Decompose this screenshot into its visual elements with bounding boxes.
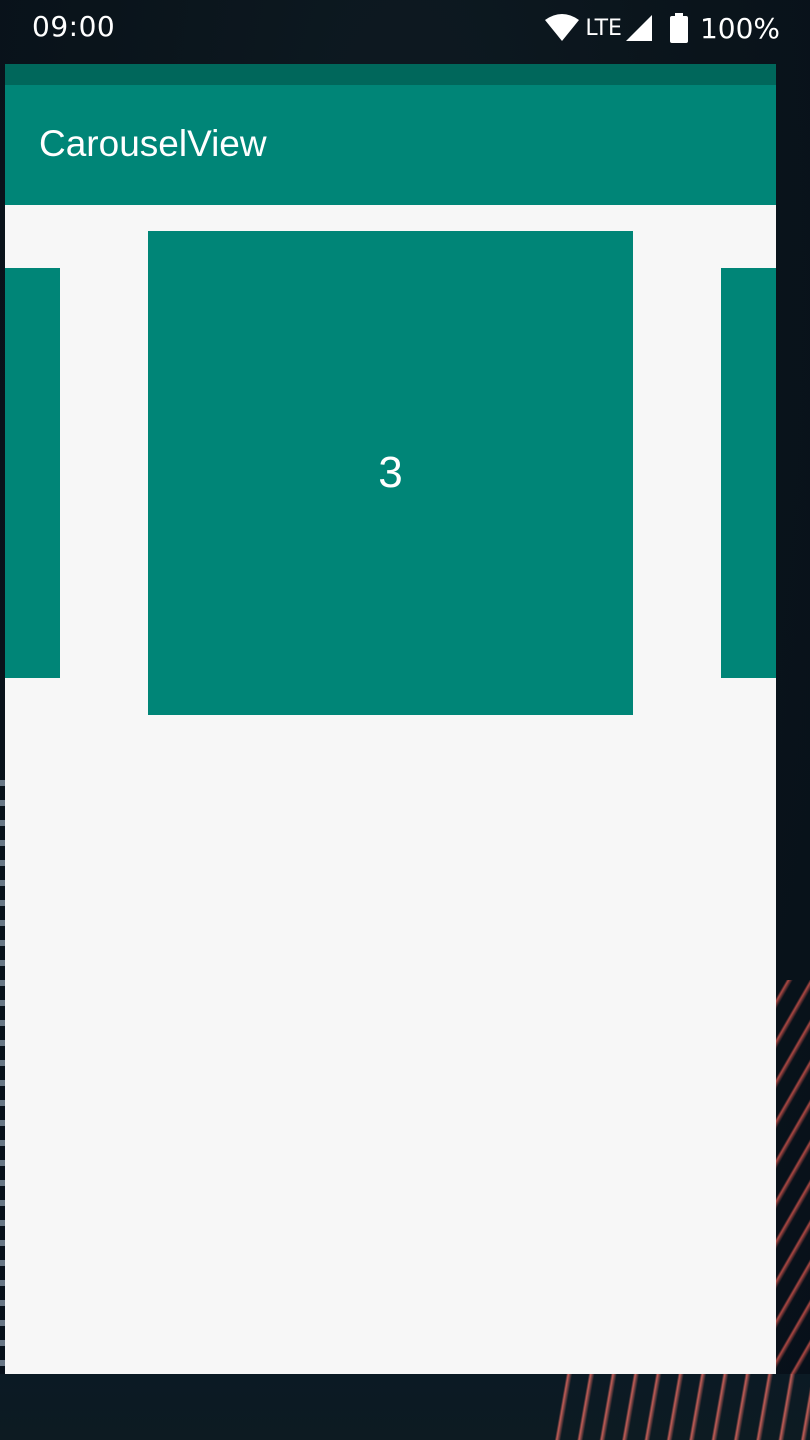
signal-icon — [625, 15, 652, 41]
carousel-view[interactable]: 3 — [5, 205, 776, 735]
wifi-icon — [545, 14, 580, 42]
app-toolbar: CarouselView — [5, 85, 776, 205]
app-window: CarouselView 3 — [5, 64, 776, 1374]
page-title: CarouselView — [39, 123, 267, 164]
battery-icon — [669, 13, 688, 43]
carousel-item-next[interactable] — [721, 268, 776, 678]
carousel-item-label: 3 — [378, 448, 403, 497]
app-status-bar-strip — [5, 64, 776, 85]
status-icons: LTE 100% — [545, 10, 780, 46]
wallpaper-light-trail-right — [770, 980, 810, 1440]
carousel-item-current[interactable]: 3 — [148, 231, 633, 715]
network-type-label: LTE — [585, 15, 622, 41]
carousel-item-previous[interactable] — [5, 268, 60, 678]
wallpaper-road-bottom — [0, 1374, 810, 1440]
system-status-bar: 09:00 LTE 100% — [0, 0, 810, 56]
status-time: 09:00 — [32, 10, 116, 43]
battery-percentage: 100% — [699, 11, 780, 45]
phone-screen: 09:00 LTE 100% CarouselView 3 — [0, 0, 810, 1440]
